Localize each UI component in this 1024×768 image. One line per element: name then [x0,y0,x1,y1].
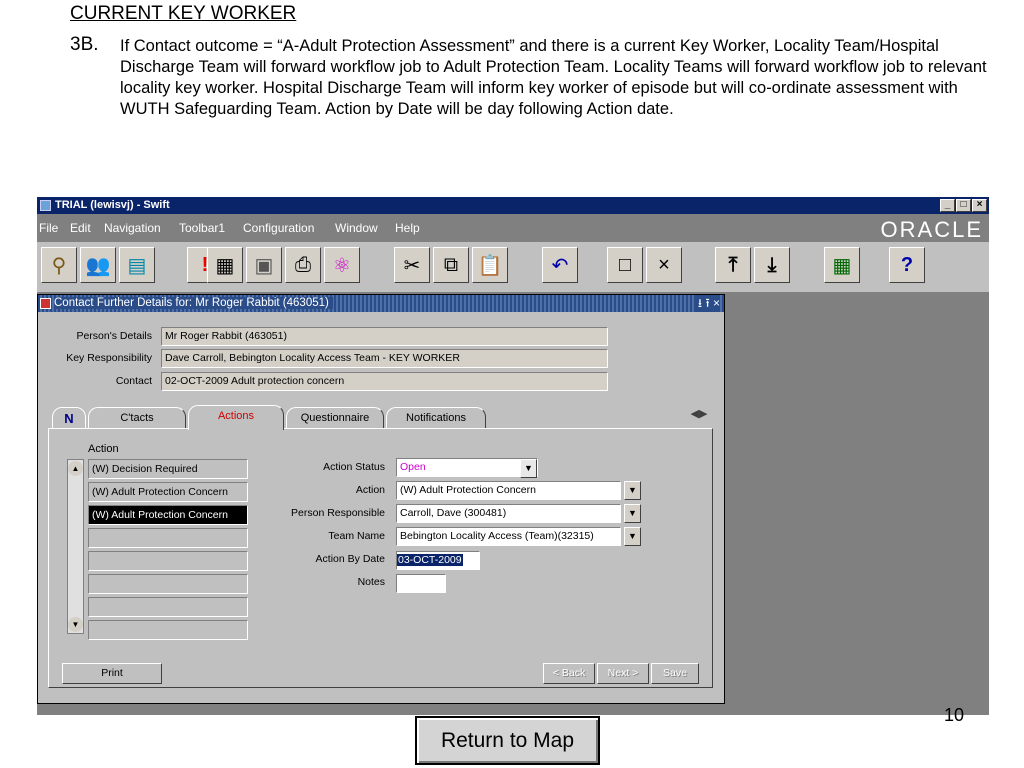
menu-edit[interactable]: Edit [70,221,91,235]
download-icon[interactable]: ⤓ [754,247,790,283]
slide-paragraph: If Contact outcome = “A-Adult Protection… [120,37,987,118]
contact-label: Contact [115,375,152,387]
team-name-label: Team Name [328,530,385,542]
action-list-scrollbar[interactable]: ▲ ▼ [67,459,84,634]
person-responsible-dropdown-icon[interactable]: ▼ [624,504,641,523]
persons-details-label: Person's Details [76,330,152,342]
action-label: Action [355,484,385,496]
action-list-item[interactable] [88,551,248,571]
notes-field[interactable] [396,574,446,593]
tab-notifications[interactable]: Notifications [386,407,486,428]
id-card-icon[interactable]: ▤ [119,247,155,283]
action-list-item[interactable]: (W) Adult Protection Concern [88,482,248,502]
scroll-up-icon[interactable]: ▲ [68,461,83,476]
maximize-button[interactable]: □ [956,199,971,212]
tab-scroll-arrows-icon[interactable]: ◀▶ [686,407,712,425]
action-by-date-label: Action By Date [315,553,385,565]
notes-label: Notes [357,576,385,588]
copy-icon[interactable]: ⧉ [433,247,469,283]
action-by-date-field[interactable]: 03-OCT-2009 [396,551,480,570]
team-name-field[interactable]: Bebington Locality Access (Team)(32315) [396,527,621,546]
person-responsible-field[interactable]: Carroll, Dave (300481) [396,504,621,523]
form-window-controls[interactable]: ⭳ ⭱ × [693,295,720,312]
contact-field[interactable]: 02-OCT-2009 Adult protection concern [161,372,608,391]
slide-step-number: 3B. [70,34,99,55]
menu-window[interactable]: Window [335,221,378,235]
menu-toolbar1[interactable]: Toolbar1 [179,221,225,235]
app-title-bar: TRIAL (lewisvj) - Swift _ □ × [37,197,989,214]
action-column-header: Action [88,443,119,455]
close-button[interactable]: × [972,199,987,212]
action-status-dropdown-icon[interactable]: ▼ [520,459,537,478]
form-icon [40,298,51,309]
action-list-item[interactable]: (W) Decision Required [88,459,248,479]
persons-details-field[interactable]: Mr Roger Rabbit (463051) [161,327,608,346]
menu-file[interactable]: File [39,221,58,235]
menu-navigation[interactable]: Navigation [104,221,161,235]
action-list-item-selected[interactable]: (W) Adult Protection Concern [88,505,248,525]
print-icon[interactable]: ⎙ [285,247,321,283]
action-dropdown-icon[interactable]: ▼ [624,481,641,500]
menu-help[interactable]: Help [395,221,420,235]
paste-icon[interactable]: 📋 [472,247,508,283]
calculator-icon[interactable]: ▦ [207,247,243,283]
close-x-icon[interactable]: × [646,247,682,283]
slide-heading: CURRENT KEY WORKER [70,3,297,24]
save-icon[interactable]: ▣ [246,247,282,283]
tab-ctacts[interactable]: C'tacts [88,407,186,428]
print-button[interactable]: Print [62,663,162,684]
tab-questionnaire[interactable]: Questionnaire [286,407,384,428]
app-title: TRIAL (lewisvj) - Swift [55,199,170,211]
action-list-item[interactable] [88,528,248,548]
help-icon[interactable]: ? [889,247,925,283]
action-status-select[interactable]: Open [396,458,538,477]
app-icon [40,200,51,211]
cut-icon[interactable]: ✂ [394,247,430,283]
person-responsible-label: Person Responsible [291,507,385,519]
tab-actions[interactable]: Actions [188,405,284,430]
toolbar: ⚲ 👥 ▤ ! ▦ ▣ ⎙ ⚛ ✂ ⧉ 📋 ↶ □ × ⤒ ⤓ ▦ ? [37,242,989,292]
action-list-item[interactable] [88,574,248,594]
form-title-bar: Contact Further Details for: Mr Roger Ra… [38,295,724,312]
action-status-label: Action Status [323,461,385,473]
navigator-icon[interactable]: ⚲ [41,247,77,283]
menu-configuration[interactable]: Configuration [243,221,314,235]
new-document-icon[interactable]: □ [607,247,643,283]
upload-icon[interactable]: ⤒ [715,247,751,283]
action-by-date-value: 03-OCT-2009 [397,554,463,566]
action-list-item[interactable] [88,597,248,617]
next-button[interactable]: Next > [597,663,649,684]
page-number: 10 [944,705,965,725]
back-button[interactable]: < Back [543,663,595,684]
return-to-map-button[interactable]: Return to Map [415,716,600,765]
key-responsibility-label: Key Responsibility [66,352,152,364]
atom-icon[interactable]: ⚛ [324,247,360,283]
save-button[interactable]: Save [651,663,699,684]
calendar-grid-icon[interactable]: ▦ [824,247,860,283]
key-responsibility-field[interactable]: Dave Carroll, Bebington Locality Access … [161,349,608,368]
oracle-logo: ORACLE [880,217,983,242]
menu-bar: File Edit Navigation Toolbar1 Configurat… [37,214,989,242]
minimize-button[interactable]: _ [940,199,955,212]
form-title: Contact Further Details for: Mr Roger Ra… [54,297,333,309]
scroll-down-icon[interactable]: ▼ [68,617,83,632]
action-list-item[interactable] [88,620,248,640]
action-field[interactable]: (W) Adult Protection Concern [396,481,621,500]
navigator-tab-icon[interactable]: N [52,407,86,429]
undo-icon[interactable]: ↶ [542,247,578,283]
people-icon[interactable]: 👥 [80,247,116,283]
team-name-dropdown-icon[interactable]: ▼ [624,527,641,546]
